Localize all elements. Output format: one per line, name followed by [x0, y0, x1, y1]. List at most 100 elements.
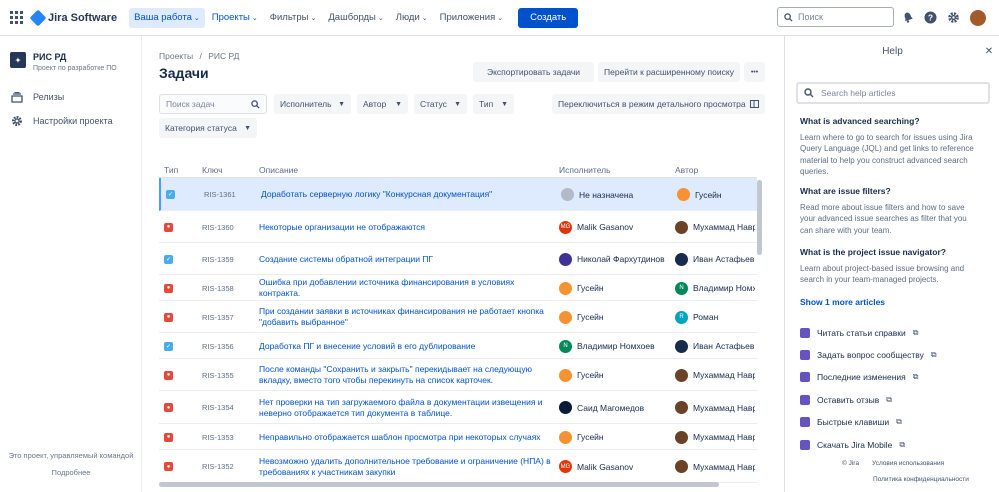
column-author[interactable]: Автор	[675, 165, 698, 175]
privacy-link[interactable]: Политика конфиденциальности	[873, 476, 969, 483]
table-row[interactable]: ● RIS-1360 Некоторые организации не отобра…	[159, 211, 757, 243]
author-cell[interactable]: Мухаммад Навруз	[675, 391, 755, 424]
notifications-icon[interactable]	[901, 10, 915, 24]
issue-key[interactable]: RIS-1357	[202, 301, 234, 333]
sidebar-item-project-settings[interactable]: Настройки проекта	[11, 109, 141, 133]
column-assignee[interactable]: Исполнитель	[559, 165, 611, 175]
breadcrumb-projects[interactable]: Проекты	[159, 51, 193, 61]
assignee-cell[interactable]: Гусейн	[559, 424, 671, 450]
column-description[interactable]: Описание	[259, 165, 298, 175]
advanced-search-button[interactable]: Перейти к расширенному поиску	[598, 62, 740, 82]
user-avatar[interactable]	[970, 10, 986, 26]
export-issues-button[interactable]: Экспортировать задачи	[473, 62, 594, 82]
show-more-articles-link[interactable]: Show 1 more articles	[800, 297, 885, 307]
help-link-shortcuts[interactable]: Быстрые клавиши ⧉	[800, 417, 902, 427]
issue-summary-link[interactable]: После команды "Сохранить и закрыть" пере…	[259, 364, 551, 386]
global-search-input[interactable]: Поиск	[777, 7, 894, 27]
table-row[interactable]: ✓ RIS-1356 Доработка ПГ и внесение условий…	[159, 333, 757, 359]
author-cell[interactable]: Гусейн	[677, 178, 757, 211]
nav-item[interactable]: Приложения ⌄	[435, 8, 508, 28]
issue-key[interactable]: RIS-1360	[202, 211, 234, 243]
table-row[interactable]: ● RIS-1358 Ошибка при добавлении источника…	[159, 275, 757, 301]
issue-summary-link[interactable]: Создание системы обратной интеграции ПГ	[259, 254, 433, 265]
help-search-input[interactable]: Search help articles	[796, 82, 990, 104]
issue-summary-link[interactable]: Нет проверки на тип загружаемого файла в…	[259, 397, 551, 419]
issue-key[interactable]: RIS-1354	[202, 391, 234, 424]
table-vertical-scrollbar[interactable]	[756, 180, 763, 480]
author-cell[interactable]: Мухаммад Навруз	[675, 211, 755, 243]
nav-item[interactable]: Люди ⌄	[391, 8, 433, 28]
author-cell[interactable]: Мухаммад Навруз	[675, 359, 755, 391]
author-cell[interactable]: Мухаммад Навруз	[675, 450, 755, 483]
create-button[interactable]: Создать	[518, 7, 579, 28]
author-cell[interactable]: Иван Астафьев	[675, 333, 755, 359]
help-panel-scrollbar[interactable]	[978, 111, 984, 449]
column-type[interactable]: Тип	[164, 165, 178, 175]
help-link-feedback[interactable]: Оставить отзыв ⧉	[800, 395, 892, 405]
filter-type[interactable]: Тип ▼	[473, 94, 514, 114]
table-row[interactable]: ● RIS-1355 После команды "Сохранить и закр…	[159, 359, 757, 391]
table-horizontal-scrollbar[interactable]	[159, 480, 756, 488]
filter-status-category[interactable]: Категория статуса ▼	[159, 118, 257, 138]
sidebar-item-releases[interactable]: Релизы	[11, 85, 141, 109]
author-cell[interactable]: Иван Астафьев	[675, 243, 755, 275]
assignee-cell[interactable]: N Владимир Номхоев	[559, 333, 671, 359]
help-link-community[interactable]: Задать вопрос сообществу ⧉	[800, 350, 937, 360]
assignee-cell[interactable]: Не назначена	[561, 178, 673, 211]
issue-summary-link[interactable]: Невозможно удалить дополнительное требов…	[259, 456, 551, 478]
filter-author[interactable]: Автор ▼	[357, 94, 408, 114]
table-row[interactable]: ✓ RIS-1361 Доработать серверную логику "Ко…	[159, 178, 757, 211]
author-cell[interactable]: N Владимир Номхоев	[675, 275, 755, 301]
column-key[interactable]: Ключ	[202, 165, 223, 175]
scrollbar-thumb[interactable]	[159, 482, 719, 487]
issue-key[interactable]: RIS-1361	[204, 178, 236, 211]
nav-item[interactable]: Фильтры ⌄	[265, 8, 322, 28]
author-cell[interactable]: R Роман	[675, 301, 755, 333]
nav-item[interactable]: Ваша работа ⌄	[129, 7, 205, 28]
help-link-mobile[interactable]: Скачать Jira Mobile ⧉	[800, 440, 905, 450]
assignee-cell[interactable]: MG Malik Gasanov	[559, 211, 671, 243]
issue-key[interactable]: RIS-1353	[202, 424, 234, 450]
issue-key[interactable]: RIS-1355	[202, 359, 234, 391]
assignee-cell[interactable]: Саид Магомедов	[559, 391, 671, 424]
table-row[interactable]: ● RIS-1352 Невозможно удалить дополнительн…	[159, 450, 757, 483]
issue-summary-link[interactable]: Доработка ПГ и внесение условий в его ду…	[259, 341, 475, 352]
table-row[interactable]: ● RIS-1357 При создании заявки в источника…	[159, 301, 757, 333]
detail-view-toggle[interactable]: Переключиться в режим детального просмот…	[552, 94, 765, 114]
jira-logo[interactable]: Jira Software	[29, 9, 117, 26]
issue-key[interactable]: RIS-1356	[202, 333, 234, 359]
terms-link[interactable]: Условия использования	[872, 460, 944, 467]
issue-summary-link[interactable]: Доработать серверную логику "Конкурсная …	[261, 189, 492, 200]
issue-search-input[interactable]: Поиск задач	[159, 94, 267, 114]
help-article-title[interactable]: What are issue filters?	[800, 186, 891, 196]
assignee-cell[interactable]: Гусейн	[559, 301, 671, 333]
issue-key[interactable]: RIS-1358	[202, 275, 234, 301]
nav-item[interactable]: Дашборды ⌄	[323, 8, 388, 28]
author-cell[interactable]: Мухаммад Навруз	[675, 424, 755, 450]
issue-summary-link[interactable]: Неправильно отображается шаблон просмотр…	[259, 432, 541, 443]
help-icon[interactable]: ?	[923, 10, 937, 24]
assignee-cell[interactable]: MG Malik Gasanov	[559, 450, 671, 483]
assignee-cell[interactable]: Гусейн	[559, 359, 671, 391]
issue-summary-link[interactable]: При создании заявки в источниках финанси…	[259, 306, 551, 328]
issue-key[interactable]: RIS-1352	[202, 450, 234, 483]
learn-more-link[interactable]: Подробнее	[0, 468, 142, 477]
app-switcher-icon[interactable]	[10, 10, 24, 25]
nav-item[interactable]: Проекты ⌄	[207, 8, 263, 28]
table-row[interactable]: ● RIS-1353 Неправильно отображается шаблон…	[159, 424, 757, 450]
settings-gear-icon[interactable]	[946, 10, 960, 24]
project-header[interactable]: ✦ РИС РД Проект по разработке ПО	[10, 52, 141, 72]
filter-assignee[interactable]: Исполнитель ▼	[274, 94, 351, 114]
table-row[interactable]: ✓ RIS-1359 Создание системы обратной интег…	[159, 243, 757, 275]
close-icon[interactable]: ✕	[983, 45, 995, 57]
help-link-read-articles[interactable]: Читать статьи справки ⧉	[800, 328, 918, 338]
issue-summary-link[interactable]: Ошибка при добавлении источника финансир…	[259, 277, 551, 299]
issue-summary-link[interactable]: Некоторые организации не отображаются	[259, 222, 425, 233]
help-link-whats-new[interactable]: Последние изменения ⧉	[800, 372, 918, 382]
scrollbar-thumb[interactable]	[757, 180, 762, 255]
assignee-cell[interactable]: Гусейн	[559, 275, 671, 301]
help-article-title[interactable]: What is the project issue navigator?	[800, 247, 946, 257]
filter-status[interactable]: Статус ▼	[414, 94, 467, 114]
table-row[interactable]: ● RIS-1354 Нет проверки на тип загружаемог…	[159, 391, 757, 424]
issue-key[interactable]: RIS-1359	[202, 243, 234, 275]
